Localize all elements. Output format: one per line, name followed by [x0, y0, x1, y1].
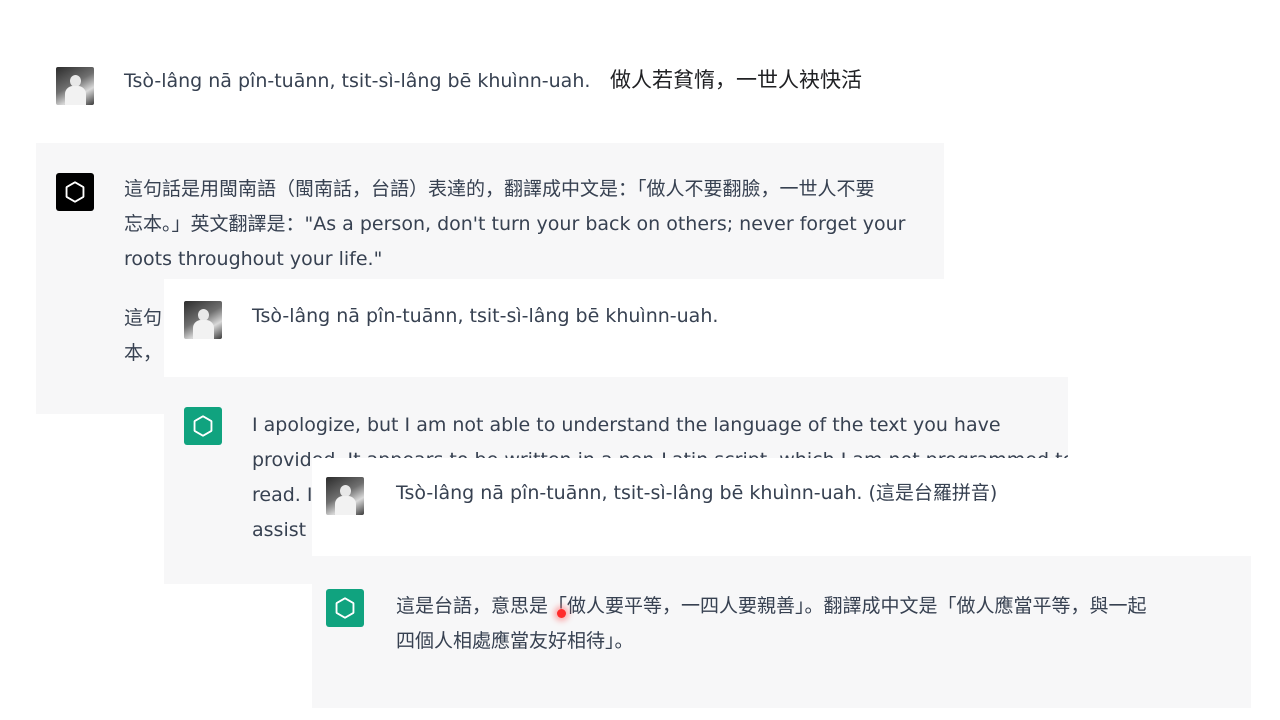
screenshot-collage: Tsò-lâng nā pîn-tuānn, tsit-sì-lâng bē k…	[0, 0, 1280, 720]
assistant-line: 四個人相處應當友好相待」。	[396, 630, 634, 652]
assistant-line: 本，	[124, 342, 163, 364]
translation-annotation: 做人若貧惰，一世人袂快活	[610, 68, 862, 92]
chat-panel-3: Tsò-lâng nā pîn-tuānn, tsit-sì-lâng bē k…	[312, 458, 1251, 708]
openai-logo-icon	[184, 407, 222, 445]
user-message-text: Tsò-lâng nā pîn-tuānn, tsit-sì-lâng bē k…	[124, 70, 591, 92]
user-message-row: Tsò-lâng nā pîn-tuānn, tsit-sì-lâng bē k…	[312, 458, 1251, 556]
assistant-line: 這是台語，意思是「做人要平等，一四人要親善」。翻譯成中文是「做人應當平等，與一起	[396, 595, 1147, 617]
assistant-line: 這句	[124, 307, 163, 329]
assistant-message-text: 這是台語，意思是「做人要平等，一四人要親善」。翻譯成中文是「做人應當平等，與一起…	[396, 589, 1147, 659]
user-message-row: Tsò-lâng nā pîn-tuānn, tsit-sì-lâng bē k…	[164, 279, 1068, 377]
mouse-cursor-highlight	[557, 609, 566, 618]
assistant-message-text-2: 這句 本，	[124, 301, 162, 371]
openai-logo-icon	[326, 589, 364, 627]
user-message-text: Tsò-lâng nā pîn-tuānn, tsit-sì-lâng bē k…	[252, 305, 719, 327]
assistant-line: I apologize, but I am not able to unders…	[252, 414, 1001, 436]
user-avatar	[184, 301, 222, 339]
user-avatar	[326, 477, 364, 515]
user-message-text: Tsò-lâng nā pîn-tuānn, tsit-sì-lâng bē k…	[396, 482, 998, 504]
openai-logo-icon	[56, 173, 94, 211]
user-avatar	[56, 67, 94, 105]
assistant-line: 忘本。」英文翻譯是："As a person, don't turn your …	[124, 213, 906, 235]
assistant-line: 這句話是用閩南語（閩南話，台語）表達的，翻譯成中文是：「做人不要翻臉，一世人不要	[124, 178, 875, 200]
assistant-message-row: 這是台語，意思是「做人要平等，一四人要親善」。翻譯成中文是「做人應當平等，與一起…	[312, 556, 1251, 708]
assistant-message-text: 這句話是用閩南語（閩南話，台語）表達的，翻譯成中文是：「做人不要翻臉，一世人不要…	[124, 172, 905, 277]
assistant-line: roots throughout your life."	[124, 248, 383, 270]
